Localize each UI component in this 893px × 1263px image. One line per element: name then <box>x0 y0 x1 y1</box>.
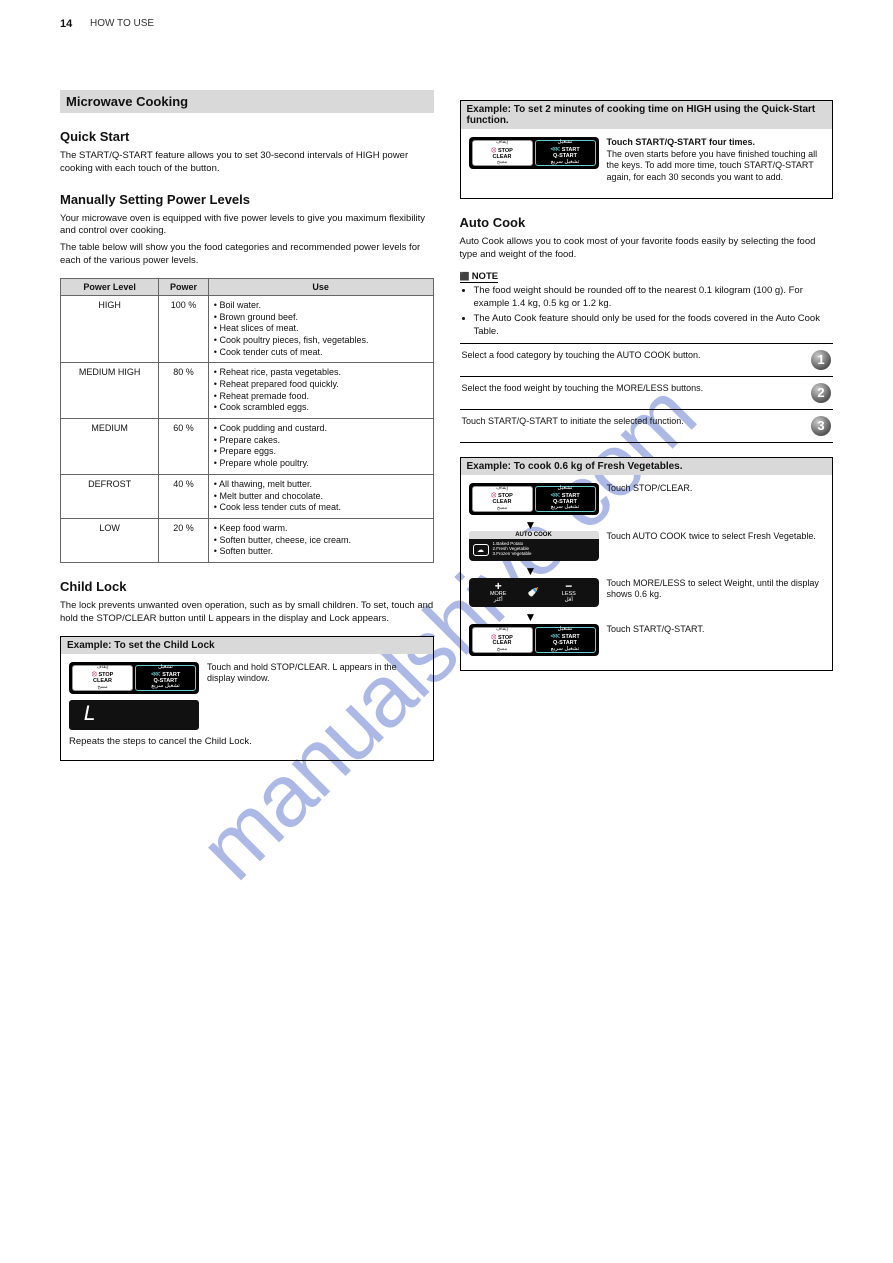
step-text-2: Select the food weight by touching the M… <box>462 383 804 395</box>
cell-power: 80 % <box>159 363 209 419</box>
ex-ac-step-3: Touch MORE/LESS to select Weight, until … <box>607 578 825 601</box>
start-qstart-button[interactable]: تشغيل ⋘ START Q-START تشغيل سريع <box>535 627 596 653</box>
arrow-down-icon <box>469 521 825 531</box>
cell-power: 40 % <box>159 474 209 518</box>
cell-use: • Cook pudding and custard.• Prepare cak… <box>208 419 433 475</box>
arrow-down-icon <box>469 613 825 623</box>
stop-start-buttons: إيقاف ⦻ STOP CLEAR مسح تشغيل ⋘ START Q-S… <box>69 662 199 694</box>
cell-use: • Reheat rice, pasta vegetables.• Reheat… <box>208 363 433 419</box>
dish-icon: ☁ <box>473 544 489 556</box>
table-row: DEFROST40 %• All thawing, melt butter.• … <box>61 474 434 518</box>
step-text-1: Select a food category by touching the A… <box>462 350 804 362</box>
th-level: Power Level <box>61 278 159 295</box>
cell-level: DEFROST <box>61 474 159 518</box>
step-badge-2: 2 <box>811 383 831 403</box>
cell-level: MEDIUM <box>61 419 159 475</box>
breadcrumb: HOW TO USE <box>90 18 154 29</box>
cell-level: HIGH <box>61 295 159 362</box>
start-qstart-button[interactable]: تشغيل ⋘ START Q-START تشغيل سريع <box>135 665 196 691</box>
power-level-table: Power Level Power Use HIGH100 %• Boil wa… <box>60 278 434 563</box>
text-power-levels-2: The table below will show you the food c… <box>60 242 434 268</box>
heading-auto-cook: Auto Cook <box>460 215 834 230</box>
stop-start-buttons: إيقاف ⦻ STOP CLEAR مسح تشغيل ⋘ START Q-S… <box>469 137 599 169</box>
step-text-3: Touch START/Q-START to initiate the sele… <box>462 416 804 428</box>
ex-qs-title: Touch START/Q-START four times. <box>607 137 825 149</box>
text-child-lock: The lock prevents unwanted oven operatio… <box>60 600 434 626</box>
example-note-line: Repeats the steps to cancel the Child Lo… <box>69 736 425 749</box>
text-power-levels-1: Your microwave oven is equipped with fiv… <box>60 213 434 239</box>
more-less-panel: + MORE أكثر 🍼 − LESS أقل <box>469 578 599 608</box>
cell-power: 100 % <box>159 295 209 362</box>
example-child-lock: Example: To set the Child Lock إيقاف ⦻ S… <box>60 636 434 762</box>
stop-clear-button[interactable]: إيقاف ⦻ STOP CLEAR مسح <box>472 486 533 512</box>
start-qstart-button[interactable]: تشغيل ⋘ START Q-START تشغيل سريع <box>535 140 596 166</box>
stop-start-buttons: إيقاف ⦻ STOP CLEAR مسح تشغيل ⋘ START Q-S… <box>469 483 599 515</box>
table-row: LOW20 %• Keep food warm.• Soften butter,… <box>61 518 434 562</box>
stop-clear-button[interactable]: إيقاف ⦻ STOP CLEAR مسح <box>72 665 133 691</box>
stop-start-buttons: إيقاف ⦻ STOP CLEAR مسح تشغيل ⋘ START Q-S… <box>469 624 599 656</box>
step-list: Select a food category by touching the A… <box>460 343 834 443</box>
example-step-text: Touch and hold STOP/CLEAR. L appears in … <box>207 662 425 685</box>
table-row: MEDIUM60 %• Cook pudding and custard.• P… <box>61 419 434 475</box>
auto-cook-menu: 1.Baked Potato 2.Fresh Vegetable 3.Froze… <box>493 542 532 557</box>
minus-icon: − <box>543 582 594 592</box>
text-quick-start: The START/Q-START feature allows you to … <box>60 150 434 176</box>
ex-qs-body: The oven starts before you have finished… <box>607 149 818 182</box>
text-auto-cook: Auto Cook allows you to cook most of you… <box>460 236 834 262</box>
note-item: The Auto Cook feature should only be use… <box>474 313 834 339</box>
th-power: Power <box>159 278 209 295</box>
ex-ac-step-1: Touch STOP/CLEAR. <box>607 483 825 495</box>
th-use: Use <box>208 278 433 295</box>
less-ar: أقل <box>543 597 594 603</box>
table-row: MEDIUM HIGH80 %• Reheat rice, pasta vege… <box>61 363 434 419</box>
stop-clear-button[interactable]: إيقاف ⦻ STOP CLEAR مسح <box>472 627 533 653</box>
auto-cook-panel-head: AUTO COOK <box>469 531 599 539</box>
more-ar: أكثر <box>473 597 524 603</box>
note-item: The food weight should be rounded off to… <box>474 285 834 311</box>
heading-power-levels: Manually Setting Power Levels <box>60 192 434 207</box>
step-badge-3: 3 <box>811 416 831 436</box>
heading-quick-start: Quick Start <box>60 129 434 144</box>
bottle-icon: 🍼 <box>524 587 543 598</box>
page-number: 14 <box>60 18 72 30</box>
example-auto-cook: Example: To cook 0.6 kg of Fresh Vegetab… <box>460 457 834 671</box>
step-badge-1: 1 <box>811 350 831 370</box>
example-head-ac: Example: To cook 0.6 kg of Fresh Vegetab… <box>461 458 833 475</box>
display-lock: L <box>69 700 199 730</box>
section-bar-microwave: Microwave Cooking <box>60 90 434 113</box>
note-heading: NOTE <box>460 271 499 283</box>
stop-clear-button[interactable]: إيقاف ⦻ STOP CLEAR مسح <box>472 140 533 166</box>
arrow-down-icon <box>469 567 825 577</box>
heading-child-lock: Child Lock <box>60 579 434 594</box>
cell-power: 20 % <box>159 518 209 562</box>
example-quick-start: Example: To set 2 minutes of cooking tim… <box>460 100 834 199</box>
note-list: The food weight should be rounded off to… <box>460 285 834 338</box>
cell-use: • Keep food warm.• Soften butter, cheese… <box>208 518 433 562</box>
cell-power: 60 % <box>159 419 209 475</box>
example-head-qs: Example: To set 2 minutes of cooking tim… <box>461 101 833 129</box>
plus-icon: + <box>473 582 524 592</box>
cell-use: • Boil water.• Brown ground beef.• Heat … <box>208 295 433 362</box>
start-qstart-button[interactable]: تشغيل ⋘ START Q-START تشغيل سريع <box>535 486 596 512</box>
ex-ac-step-2: Touch AUTO COOK twice to select Fresh Ve… <box>607 531 825 543</box>
example-head-child-lock: Example: To set the Child Lock <box>61 637 433 654</box>
table-row: HIGH100 %• Boil water.• Brown ground bee… <box>61 295 434 362</box>
cell-use: • All thawing, melt butter.• Melt butter… <box>208 474 433 518</box>
ex-ac-step-4: Touch START/Q-START. <box>607 624 825 636</box>
cell-level: LOW <box>61 518 159 562</box>
cell-level: MEDIUM HIGH <box>61 363 159 419</box>
auto-cook-panel: AUTO COOK ☁ 1.Baked Potato 2.Fresh Veget… <box>469 531 599 561</box>
